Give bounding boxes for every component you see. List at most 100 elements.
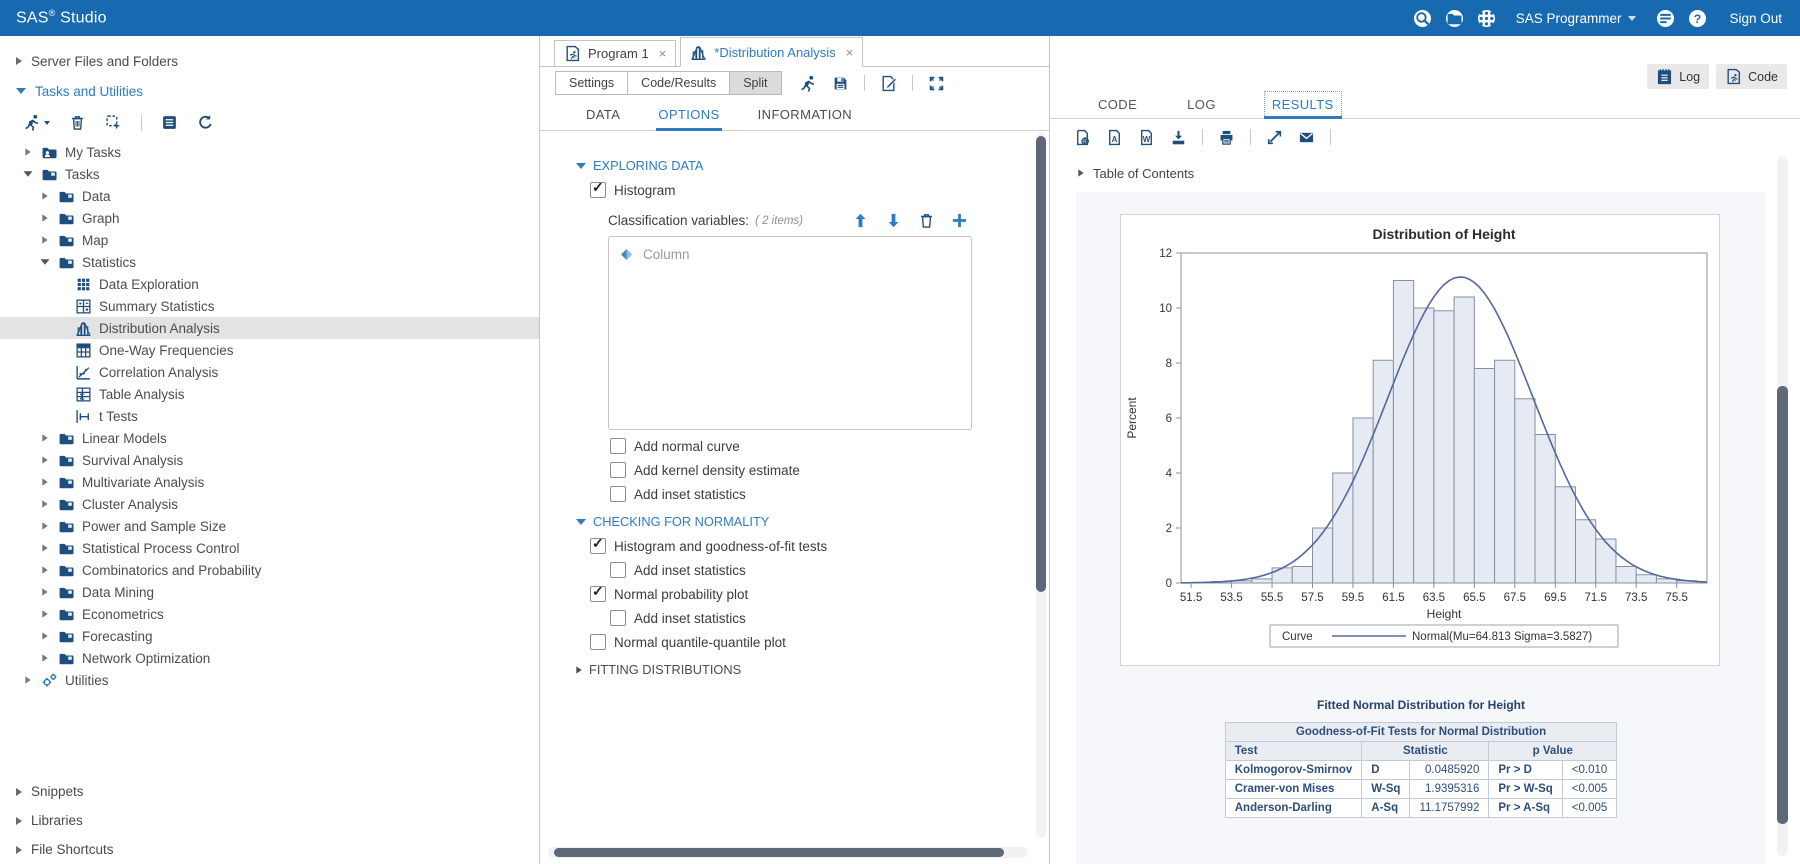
sidebar-item-forecasting[interactable]: Forecasting	[0, 625, 539, 647]
sidebar-item-distribution-analysis[interactable]: Distribution Analysis	[0, 317, 539, 339]
select-task-button[interactable]	[105, 114, 122, 131]
checkbox-histogram-and-goodness-of-fit-tests[interactable]: Histogram and goodness-of-fit tests	[590, 538, 1033, 554]
code-button[interactable]: Code	[1716, 64, 1787, 89]
delete-button[interactable]	[918, 212, 935, 229]
expand-icon[interactable]	[22, 148, 34, 156]
expand-icon[interactable]	[39, 588, 51, 596]
checkbox-normal-quantile-quantile-plot[interactable]: Normal quantile-quantile plot	[590, 634, 1033, 650]
subtab-data[interactable]: DATA	[586, 99, 620, 130]
table-of-contents-toggle[interactable]: Table of Contents	[1050, 155, 1800, 191]
checkbox-add-inset-statistics[interactable]: Add inset statistics	[610, 562, 1033, 578]
section-header-fitting-distributions[interactable]: FITTING DISTRIBUTIONS	[576, 662, 1033, 677]
sidebar-item-data[interactable]: Data	[0, 185, 539, 207]
email-button[interactable]	[1298, 129, 1315, 146]
expand-icon[interactable]	[39, 456, 51, 464]
expand-icon[interactable]	[39, 610, 51, 618]
expand-icon[interactable]	[39, 654, 51, 662]
sidebar-section-tasks-utilities[interactable]: Tasks and Utilities	[0, 76, 539, 106]
help-icon[interactable]: ?	[1689, 10, 1706, 27]
folder-icon[interactable]	[1446, 10, 1463, 27]
tab-results[interactable]: RESULTS	[1264, 91, 1342, 118]
sidebar-item-data-mining[interactable]: Data Mining	[0, 581, 539, 603]
new-task-button[interactable]	[24, 114, 50, 131]
apps-grid-icon[interactable]	[1478, 10, 1495, 27]
expand-icon[interactable]	[39, 544, 51, 552]
tab-code[interactable]: CODE	[1096, 91, 1139, 118]
expand-icon[interactable]	[39, 192, 51, 200]
user-menu[interactable]: SAS Programmer	[1516, 11, 1637, 26]
sidebar-item-summary-statistics[interactable]: Summary Statistics	[0, 295, 539, 317]
checkbox-normal-probability-plot[interactable]: Normal probability plot	[590, 586, 1033, 602]
expand-icon[interactable]	[39, 632, 51, 640]
expand-icon[interactable]	[39, 522, 51, 530]
sidebar-item-table-analysis[interactable]: ΣTable Analysis	[0, 383, 539, 405]
download-button[interactable]	[1170, 129, 1187, 146]
sidebar-item-one-way-frequencies[interactable]: One-Way Frequencies	[0, 339, 539, 361]
sidebar-section-server-files[interactable]: Server Files and Folders	[0, 46, 539, 76]
close-icon[interactable]: ×	[659, 46, 667, 61]
sidebar-item-statistics[interactable]: Statistics	[0, 251, 539, 273]
section-header-checking-for-normality[interactable]: CHECKING FOR NORMALITY	[576, 514, 1033, 529]
scrollbar-thumb[interactable]	[554, 848, 1004, 857]
print-button[interactable]	[1218, 129, 1235, 146]
sidebar-item-linear-models[interactable]: Linear Models	[0, 427, 539, 449]
close-icon[interactable]: ×	[846, 45, 854, 60]
sign-out-button[interactable]: Sign Out	[1729, 11, 1782, 26]
clear-button[interactable]	[880, 75, 897, 92]
refresh-button[interactable]	[197, 114, 214, 131]
sidebar-item-data-exploration[interactable]: Data Exploration	[0, 273, 539, 295]
log-button[interactable]: Log	[1647, 64, 1709, 89]
sidebar-section-snippets[interactable]: Snippets	[0, 777, 539, 806]
sidebar-item-graph[interactable]: Graph	[0, 207, 539, 229]
checkbox-add-kernel-density-estimate[interactable]: Add kernel density estimate	[610, 462, 1033, 478]
sidebar-item-cluster-analysis[interactable]: Cluster Analysis	[0, 493, 539, 515]
add-button[interactable]	[951, 212, 968, 229]
collapse-icon[interactable]	[39, 259, 51, 265]
expand-icon[interactable]	[39, 566, 51, 574]
sidebar-item-network-optimization[interactable]: Network Optimization	[0, 647, 539, 669]
sidebar-item-power-and-sample-size[interactable]: Power and Sample Size	[0, 515, 539, 537]
sidebar-item-tasks[interactable]: Tasks	[0, 163, 539, 185]
sidebar-item-t-tests[interactable]: t Tests	[0, 405, 539, 427]
sidebar-item-survival-analysis[interactable]: Survival Analysis	[0, 449, 539, 471]
open-new-window-button[interactable]	[1266, 129, 1283, 146]
expand-icon[interactable]	[39, 478, 51, 486]
properties-button[interactable]	[161, 114, 178, 131]
sidebar-item-correlation-analysis[interactable]: Correlation Analysis	[0, 361, 539, 383]
expand-icon[interactable]	[39, 214, 51, 222]
code-results-button[interactable]: Code/Results	[627, 71, 730, 95]
server-list-icon[interactable]	[1657, 10, 1674, 27]
checkbox-add-normal-curve[interactable]: Add normal curve	[610, 438, 1033, 454]
sidebar-section-file-shortcuts[interactable]: File Shortcuts	[0, 835, 539, 864]
classification-variables-listbox[interactable]: Column	[608, 236, 972, 430]
sidebar-item-map[interactable]: Map	[0, 229, 539, 251]
tab-program-1[interactable]: Program 1×	[554, 40, 676, 67]
expand-icon[interactable]	[39, 500, 51, 508]
scrollbar-thumb[interactable]	[1777, 386, 1788, 824]
scrollbar-thumb[interactable]	[1036, 136, 1046, 592]
expand-icon[interactable]	[39, 434, 51, 442]
run-button[interactable]	[800, 75, 817, 92]
subtab-information[interactable]: INFORMATION	[758, 99, 852, 130]
download-pdf-button[interactable]: A	[1106, 129, 1123, 146]
tab-log[interactable]: LOG	[1185, 91, 1218, 118]
save-button[interactable]	[832, 75, 849, 92]
delete-task-button[interactable]	[69, 114, 86, 131]
checkbox-add-inset-statistics[interactable]: Add inset statistics	[610, 486, 1033, 502]
sidebar-item-econometrics[interactable]: Econometrics	[0, 603, 539, 625]
checkbox-histogram[interactable]: Histogram	[590, 182, 1033, 198]
sidebar-item-my-tasks[interactable]: My Tasks	[0, 141, 539, 163]
expand-icon[interactable]	[22, 676, 34, 684]
move-down-button[interactable]	[885, 212, 902, 229]
sidebar-item-multivariate-analysis[interactable]: Multivariate Analysis	[0, 471, 539, 493]
sidebar-section-libraries[interactable]: Libraries	[0, 806, 539, 835]
settings-button[interactable]: Settings	[555, 71, 628, 95]
expand-icon[interactable]	[39, 236, 51, 244]
maximize-button[interactable]	[928, 75, 945, 92]
sidebar-item-statistical-process-control[interactable]: Statistical Process Control	[0, 537, 539, 559]
sidebar-item-combinatorics-and-probability[interactable]: Combinatorics and Probability	[0, 559, 539, 581]
sidebar-item-utilities[interactable]: Utilities	[0, 669, 539, 691]
checkbox-add-inset-statistics[interactable]: Add inset statistics	[610, 610, 1033, 626]
split-button[interactable]: Split	[729, 71, 781, 95]
subtab-options[interactable]: OPTIONS	[658, 99, 719, 130]
